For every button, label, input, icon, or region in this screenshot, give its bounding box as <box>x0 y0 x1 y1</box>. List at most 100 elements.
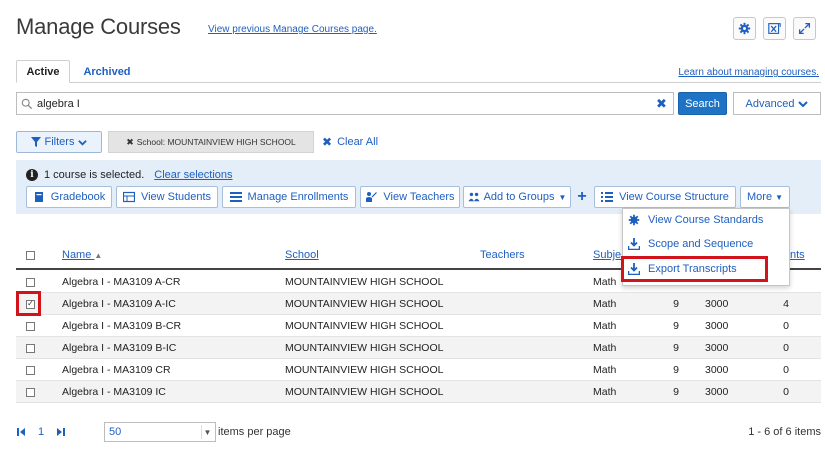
page-title: Manage Courses <box>16 14 181 39</box>
course-subject: Math <box>593 364 617 376</box>
row-checkbox[interactable] <box>26 271 40 293</box>
course-subject: Math <box>593 386 617 398</box>
scope-and-sequence-label: Scope and Sequence <box>648 238 754 250</box>
items-per-page-label: items per page <box>218 426 291 438</box>
add-to-groups-button[interactable]: Add to Groups ▼ <box>463 186 571 208</box>
structure-list-icon <box>601 192 614 202</box>
more-label: More <box>747 191 773 203</box>
remove-filter-icon[interactable]: ✖ <box>126 137 134 148</box>
more-button[interactable]: More ▼ <box>740 186 790 208</box>
tab-active[interactable]: Active <box>16 60 70 83</box>
students-column-header[interactable]: nts <box>790 249 805 261</box>
course-subject: Math <box>593 320 617 332</box>
clear-all-label: Clear All <box>337 136 379 148</box>
previous-page-link[interactable]: View previous Manage Courses page. <box>208 24 377 35</box>
school-filter-chip[interactable]: ✖ School: MOUNTAINVIEW HIGH SCHOOL <box>108 131 314 153</box>
table-row[interactable]: ✓ Algebra I - MA3109 A-IC MOUNTAINVIEW HIG… <box>16 293 821 315</box>
view-teachers-button[interactable]: View Teachers <box>360 186 460 208</box>
advanced-search-button[interactable]: Advanced <box>733 92 821 115</box>
caret-down-icon: ▼ <box>775 192 783 202</box>
export-excel-button[interactable] <box>763 17 786 40</box>
search-value: algebra I <box>37 97 80 110</box>
name-header-label: Name <box>62 249 92 261</box>
gear-icon <box>738 22 751 35</box>
course-students: 0 <box>783 386 789 398</box>
current-page[interactable]: 1 <box>38 422 44 442</box>
first-page-button[interactable] <box>16 422 30 442</box>
course-grade: 9 <box>673 320 679 332</box>
learn-about-courses-link[interactable]: Learn about managing courses. <box>678 67 819 78</box>
course-students: 4 <box>783 298 789 310</box>
clear-search-icon[interactable]: ✖ <box>656 97 668 111</box>
table-row[interactable]: Algebra I - MA3109 B-IC MOUNTAINVIEW HIGH… <box>16 337 821 359</box>
caret-down-icon: ▼ <box>201 425 213 439</box>
search-button[interactable]: Search <box>678 92 727 115</box>
view-students-label: View Students <box>140 191 212 203</box>
view-course-standards-label: View Course Standards <box>648 214 764 226</box>
course-code: 3000 <box>705 342 729 354</box>
table-row[interactable]: Algebra I - MA3109 B-CR MOUNTAINVIEW HIGH… <box>16 315 821 337</box>
expand-icon <box>798 22 811 35</box>
clear-all-button[interactable]: ✖ Clear All <box>322 135 378 149</box>
settings-button[interactable] <box>733 17 756 40</box>
course-grade: 9 <box>673 386 679 398</box>
export-transcripts-item[interactable]: Export Transcripts <box>628 259 737 279</box>
course-school: MOUNTAINVIEW HIGH SCHOOL <box>285 342 444 354</box>
view-course-structure-label: View Course Structure <box>619 191 729 203</box>
caret-down-icon: ▼ <box>558 192 567 202</box>
download-icon <box>628 238 640 250</box>
view-course-structure-button[interactable]: View Course Structure <box>594 186 736 208</box>
tab-archived[interactable]: Archived <box>76 60 138 83</box>
table-row[interactable]: Algebra I - MA3109 CR MOUNTAINVIEW HIGH S… <box>16 359 821 381</box>
scope-and-sequence-item[interactable]: Scope and Sequence <box>628 234 753 254</box>
course-code: 3000 <box>705 298 729 310</box>
subject-column-header[interactable]: Subje <box>593 249 621 261</box>
row-checkbox[interactable] <box>26 315 40 337</box>
course-school: MOUNTAINVIEW HIGH SCHOOL <box>285 386 444 398</box>
course-code: 3000 <box>705 386 729 398</box>
view-students-button[interactable]: View Students <box>116 186 218 208</box>
view-course-standards-item[interactable]: View Course Standards <box>628 210 763 230</box>
add-icon[interactable]: + <box>574 187 590 207</box>
first-page-icon <box>17 428 25 436</box>
chevron-down-icon <box>78 139 88 146</box>
chevron-down-icon <box>798 100 809 107</box>
course-name: Algebra I - MA3109 A-IC <box>62 298 176 310</box>
search-icon <box>21 98 33 109</box>
course-students: 0 <box>783 320 789 332</box>
book-icon <box>34 192 43 202</box>
advanced-label: Advanced <box>745 97 795 110</box>
table-row[interactable]: Algebra I - MA3109 IC MOUNTAINVIEW HIGH S… <box>16 381 821 403</box>
manage-enrollments-button[interactable]: Manage Enrollments <box>222 186 356 208</box>
add-to-groups-label: Add to Groups <box>483 191 555 203</box>
course-name: Algebra I - MA3109 CR <box>62 364 171 376</box>
users-icon <box>467 192 480 202</box>
search-input[interactable]: algebra I <box>16 92 674 115</box>
sort-asc-icon: ▲ <box>94 251 103 260</box>
row-checkbox[interactable] <box>26 359 40 381</box>
school-column-header[interactable]: School <box>285 249 319 261</box>
items-per-page-select[interactable]: 50 ▼ <box>104 422 216 442</box>
row-checkbox[interactable] <box>26 381 40 403</box>
checkbox-icon <box>26 365 35 375</box>
fullscreen-button[interactable] <box>793 17 816 40</box>
name-column-header[interactable]: Name ▲ <box>62 249 102 261</box>
info-icon: i <box>26 169 38 181</box>
gear-icon <box>628 214 640 226</box>
course-grade: 9 <box>673 298 679 310</box>
last-page-button[interactable] <box>56 422 70 442</box>
filters-label: Filters <box>44 136 75 148</box>
row-checkbox[interactable] <box>26 337 40 359</box>
course-school: MOUNTAINVIEW HIGH SCHOOL <box>285 320 444 332</box>
course-name: Algebra I - MA3109 IC <box>62 386 166 398</box>
select-all-checkbox[interactable] <box>26 251 35 260</box>
checkbox-icon <box>26 277 35 287</box>
course-school: MOUNTAINVIEW HIGH SCHOOL <box>285 298 444 310</box>
manage-enrollments-label: Manage Enrollments <box>247 191 349 203</box>
clear-selections-link[interactable]: Clear selections <box>154 169 232 181</box>
filters-button[interactable]: Filters <box>16 131 102 153</box>
gradebook-button[interactable]: Gradebook <box>26 186 112 208</box>
course-grade: 9 <box>673 364 679 376</box>
chip-label: School: MOUNTAINVIEW HIGH SCHOOL <box>136 137 296 147</box>
selection-count: 1 course is selected. <box>44 169 145 181</box>
